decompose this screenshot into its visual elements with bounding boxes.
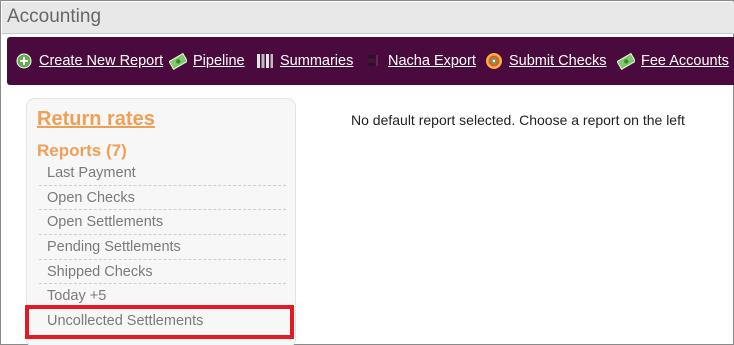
fee-accounts-link[interactable]: Fee Accounts [617, 50, 729, 72]
report-item-open-settlements[interactable]: Open Settlements [39, 210, 286, 236]
columns-icon [256, 52, 274, 70]
fee-accounts-label: Fee Accounts [641, 53, 729, 69]
toolbar-nav: Create New Report Pipeline Summaries Nac… [7, 37, 734, 85]
return-rates-link[interactable]: Return rates [37, 108, 155, 131]
plus-circle-icon [15, 52, 33, 70]
target-icon [485, 52, 503, 70]
file-stack-icon [364, 52, 382, 70]
accounting-window: Accounting Create New Report Pipeline Su… [0, 0, 734, 345]
report-item-last-payment[interactable]: Last Payment [39, 161, 286, 186]
nacha-export-label: Nacha Export [388, 53, 476, 69]
submit-checks-link[interactable]: Submit Checks [485, 50, 607, 72]
highlight-box [25, 305, 294, 339]
submit-checks-label: Submit Checks [509, 53, 607, 69]
report-item-pending-settlements[interactable]: Pending Settlements [39, 235, 286, 260]
reports-heading: Reports (7) [37, 141, 127, 160]
nacha-export-link[interactable]: Nacha Export [364, 50, 476, 72]
create-new-report-link[interactable]: Create New Report [15, 50, 163, 72]
summaries-label: Summaries [280, 53, 354, 69]
title-bar: Accounting [2, 2, 734, 34]
summaries-link[interactable]: Summaries [256, 50, 353, 72]
money-icon [617, 52, 635, 70]
report-item-open-checks[interactable]: Open Checks [39, 186, 286, 211]
window-title: Accounting [7, 6, 102, 27]
pipeline-label: Pipeline [193, 53, 245, 69]
pipeline-link[interactable]: Pipeline [169, 50, 245, 72]
report-item-shipped-checks[interactable]: Shipped Checks [39, 260, 286, 285]
no-report-message: No default report selected. Choose a rep… [351, 112, 685, 128]
create-new-report-label: Create New Report [39, 53, 164, 69]
money-icon [169, 52, 187, 70]
